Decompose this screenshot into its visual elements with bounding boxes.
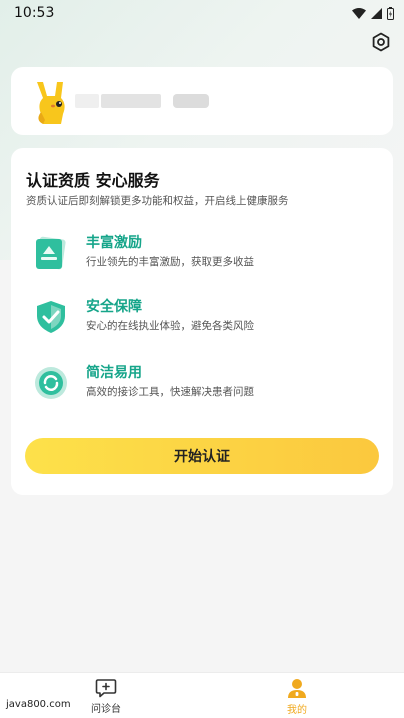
yellow-rabbit-mascot-icon xyxy=(37,82,65,124)
watermark-text: java800.com xyxy=(6,699,71,710)
tab-consult[interactable]: 问诊台 xyxy=(76,673,136,718)
wifi-icon xyxy=(352,7,366,19)
tab-label: 我的 xyxy=(287,704,307,716)
gear-icon xyxy=(372,32,390,52)
feature-desc: 行业领先的丰富激励，获取更多收益 xyxy=(86,256,254,268)
cellular-signal-icon xyxy=(371,7,382,19)
settings-button[interactable] xyxy=(370,31,392,53)
shield-check-icon xyxy=(37,301,65,333)
username-redacted xyxy=(101,94,161,108)
feature-security: 安全保障 安心的在线执业体验，避免各类风险 xyxy=(32,296,382,340)
username-redacted xyxy=(75,94,99,108)
certification-card: 认证资质 安心服务 资质认证后即刻解锁更多功能和权益，开启线上健康服务 丰富激励… xyxy=(11,148,393,495)
tab-label: 问诊台 xyxy=(91,703,121,715)
person-icon xyxy=(288,678,306,698)
username-redacted xyxy=(173,94,209,108)
status-time: 10:53 xyxy=(14,5,55,21)
start-certification-button[interactable]: 开始认证 xyxy=(25,438,379,474)
feature-desc: 高效的接诊工具，快速解决患者问题 xyxy=(86,386,254,398)
feature-title: 安全保障 xyxy=(86,299,142,315)
consult-chat-icon xyxy=(95,678,117,697)
feature-title: 丰富激励 xyxy=(86,235,142,251)
feature-title: 简洁易用 xyxy=(86,365,142,381)
status-icons xyxy=(352,6,394,20)
profile-card[interactable] xyxy=(11,67,393,135)
feature-rich-incentives: 丰富激励 行业领先的丰富激励，获取更多收益 xyxy=(32,232,382,276)
status-bar: 10:53 xyxy=(0,0,404,26)
bottom-tab-bar: 问诊台 我的 xyxy=(0,672,404,718)
tab-mine[interactable]: 我的 xyxy=(267,673,327,718)
certification-title: 认证资质 安心服务 xyxy=(26,171,160,190)
certification-subtitle: 资质认证后即刻解锁更多功能和权益，开启线上健康服务 xyxy=(26,195,289,207)
battery-icon xyxy=(387,6,394,20)
feature-desc: 安心的在线执业体验，避免各类风险 xyxy=(86,320,254,332)
refresh-circle-icon xyxy=(35,367,67,399)
feature-easy-to-use: 简洁易用 高效的接诊工具，快速解决患者问题 xyxy=(32,362,382,406)
certificate-stack-icon xyxy=(36,236,66,270)
